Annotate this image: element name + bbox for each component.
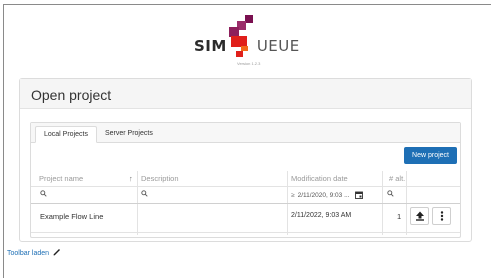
column-header-name[interactable]: Project name bbox=[39, 174, 83, 183]
pen-icon bbox=[53, 249, 60, 256]
project-tabs: Local Projects Server Projects New proje… bbox=[30, 122, 461, 238]
filter-name[interactable] bbox=[40, 190, 130, 200]
column-header-description[interactable]: Description bbox=[141, 174, 179, 183]
filter-alt[interactable] bbox=[387, 190, 405, 200]
filter-description[interactable] bbox=[141, 190, 281, 200]
column-header-modification[interactable]: Modification date bbox=[291, 174, 348, 183]
sort-asc-icon[interactable]: ↑ bbox=[129, 174, 133, 183]
app-frame: SIM UEUE Version 1.2.3 Open project Local… bbox=[3, 4, 491, 278]
column-header-alt[interactable]: # alt. bbox=[389, 174, 405, 183]
row-modification-date: 2/11/2022, 9:03 AM bbox=[291, 212, 352, 219]
upload-icon bbox=[415, 211, 424, 221]
tab-bar: Local Projects Server Projects bbox=[31, 123, 460, 143]
tab-local-projects[interactable]: Local Projects bbox=[35, 126, 97, 143]
toolbar-laden-link[interactable]: Toolbar laden bbox=[7, 248, 61, 257]
logo-text-queue: UEUE bbox=[256, 37, 300, 55]
row-project-name[interactable]: Example Flow Line bbox=[40, 212, 103, 221]
filter-date-value: 2/11/2020, 9:03 ... bbox=[297, 191, 350, 199]
search-icon bbox=[387, 190, 394, 197]
calendar-icon[interactable] bbox=[354, 191, 363, 199]
more-vertical-icon bbox=[440, 211, 443, 221]
logo-text-sim: SIM bbox=[194, 37, 227, 55]
version-text: Version 1.2.3 bbox=[237, 61, 261, 66]
logo-wordmark: SIM UEUE bbox=[194, 37, 300, 55]
more-options-button[interactable] bbox=[432, 207, 451, 225]
search-icon bbox=[40, 190, 47, 197]
new-project-button[interactable]: New project bbox=[404, 147, 457, 164]
open-project-panel: Open project Local Projects Server Proje… bbox=[19, 78, 472, 242]
panel-title: Open project bbox=[20, 79, 471, 109]
search-icon bbox=[141, 190, 148, 197]
greater-equal-icon: ≥ bbox=[291, 191, 295, 199]
tab-server-projects[interactable]: Server Projects bbox=[97, 126, 161, 143]
upload-button[interactable] bbox=[410, 207, 429, 225]
row-alt-count: 1 bbox=[397, 212, 402, 221]
toolbar-link-label: Toolbar laden bbox=[7, 250, 50, 257]
logo: SIM UEUE Version 1.2.3 bbox=[4, 15, 492, 70]
filter-modification[interactable]: ≥ 2/11/2020, 9:03 ... bbox=[291, 190, 379, 200]
